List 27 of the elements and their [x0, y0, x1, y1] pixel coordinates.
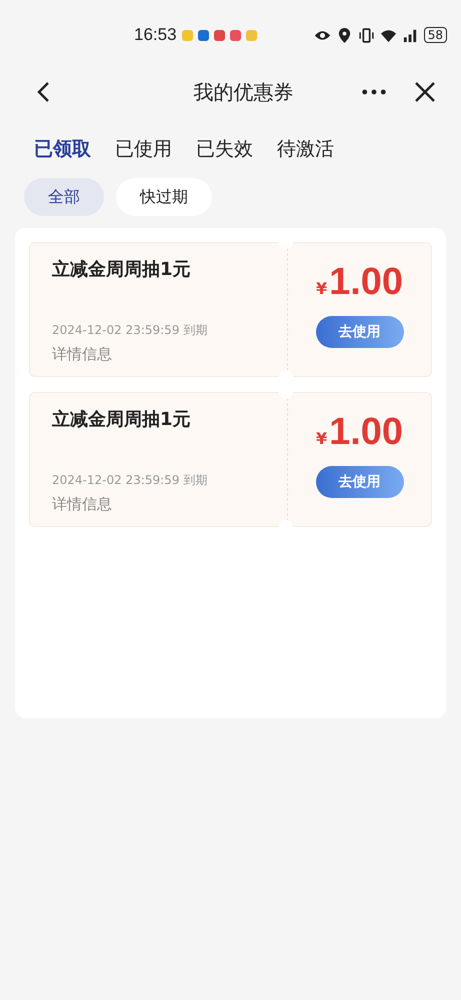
expiry-date: 2024-12-02 23:59:59 到期: [52, 322, 208, 339]
battery-indicator: 58: [424, 27, 447, 43]
signal-icon: [402, 28, 419, 42]
notification-icon: [214, 30, 225, 40]
filter-chip[interactable]: 快过期: [116, 178, 212, 216]
tab[interactable]: 待激活: [269, 130, 342, 168]
vibrate-icon: [358, 28, 375, 42]
filter-chip[interactable]: 全部: [24, 178, 104, 216]
page-title: 我的优惠券: [192, 78, 294, 106]
wifi-icon: [380, 28, 397, 42]
status-time: 16:53: [134, 25, 177, 45]
coupon-title: 立减金周周抽1元: [52, 408, 192, 431]
notification-icon: [182, 30, 193, 40]
coupon-amount: 1.00: [329, 411, 404, 454]
currency-symbol: ¥: [316, 279, 328, 298]
tab[interactable]: 已使用: [107, 130, 180, 168]
notification-icon: [198, 30, 209, 40]
close-icon[interactable]: [413, 80, 437, 104]
tab[interactable]: 已领取: [26, 130, 99, 168]
more-icon[interactable]: [361, 88, 387, 96]
notification-icon: [246, 30, 257, 40]
currency-symbol: ¥: [316, 429, 328, 448]
coupon-amount: 1.00: [329, 261, 404, 304]
notification-icon: [230, 30, 241, 40]
coupon-title: 立减金周周抽1元: [52, 258, 192, 281]
expiry-date: 2024-12-02 23:59:59 到期: [52, 472, 208, 489]
tab[interactable]: 已失效: [188, 130, 261, 168]
